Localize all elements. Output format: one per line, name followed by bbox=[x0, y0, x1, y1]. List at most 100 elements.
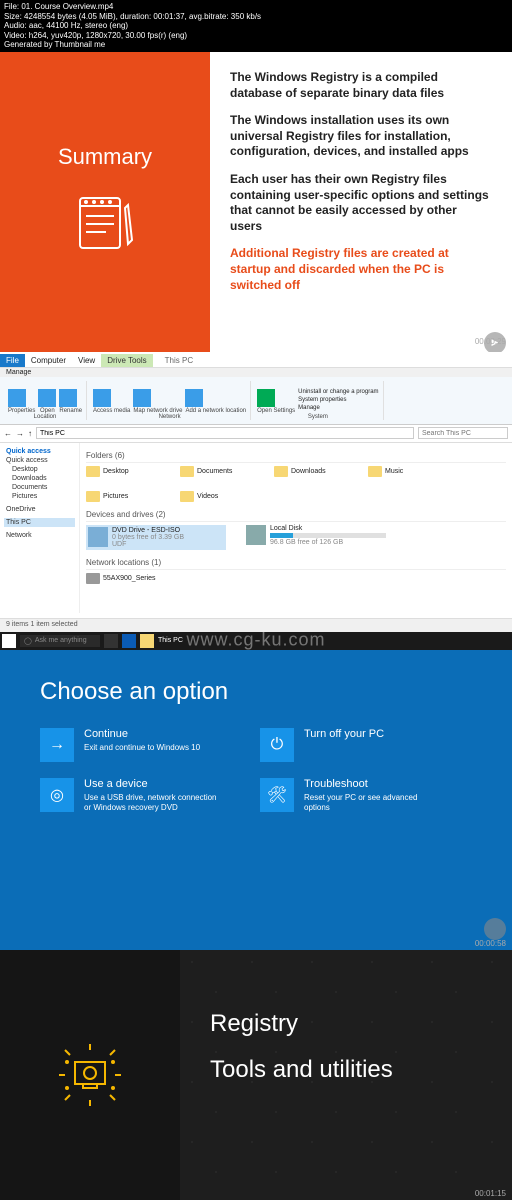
ribbon-properties[interactable]: Properties bbox=[8, 408, 35, 414]
drive-item[interactable]: DVD Drive - ESD-ISO 0 bytes free of 3.39… bbox=[86, 525, 226, 550]
meta-line: File: 01. Course Overview.mp4 bbox=[4, 2, 508, 12]
nav-quick-access-label[interactable]: Quick access bbox=[4, 456, 75, 465]
ribbon-group-location: Location bbox=[34, 414, 57, 420]
open-icon[interactable] bbox=[38, 389, 56, 407]
drive-usage-bar bbox=[270, 533, 386, 538]
recovery-options-screen: www.cg-ku.com Choose an option → Continu… bbox=[0, 650, 512, 950]
arrow-right-icon: → bbox=[40, 728, 74, 762]
meta-line: Generated by Thumbnail me bbox=[4, 40, 508, 50]
nav-up-icon[interactable]: ↑ bbox=[28, 429, 32, 438]
tab-manage[interactable]: Manage bbox=[0, 368, 512, 377]
nav-documents[interactable]: Documents bbox=[4, 483, 75, 492]
slide-icon-panel bbox=[0, 950, 180, 1200]
ribbon-tabs: File Computer View Drive Tools This PC bbox=[0, 352, 512, 368]
window-title: This PC bbox=[159, 354, 199, 367]
summary-point-highlight: Additional Registry files are created at… bbox=[230, 246, 492, 293]
timestamp: 00:00:29 bbox=[475, 337, 506, 350]
folder-item[interactable]: Music bbox=[368, 466, 448, 477]
registry-slide: Registry Tools and utilities 00:01:15 bbox=[0, 950, 512, 1200]
drive-sub: 0 bytes free of 3.39 GB bbox=[112, 534, 224, 541]
nav-onedrive[interactable]: OneDrive bbox=[4, 505, 75, 514]
access-media-icon[interactable] bbox=[93, 389, 111, 407]
option-troubleshoot[interactable]: 🛠 TroubleshootReset your PC or see advan… bbox=[260, 778, 440, 812]
folders-header[interactable]: Folders (6) bbox=[86, 449, 506, 463]
folder-item[interactable]: Documents bbox=[180, 466, 260, 477]
summary-point: The Windows Registry is a compiled datab… bbox=[230, 70, 492, 101]
ribbon-access[interactable]: Access media bbox=[93, 408, 130, 414]
nav-this-pc[interactable]: This PC bbox=[4, 518, 75, 527]
tab-computer[interactable]: Computer bbox=[25, 354, 72, 367]
explorer-taskbar-icon[interactable] bbox=[140, 634, 154, 648]
ribbon-uninstall[interactable]: Uninstall or change a program bbox=[298, 389, 378, 397]
search-input[interactable] bbox=[418, 427, 508, 439]
task-view-icon[interactable] bbox=[104, 634, 118, 648]
content-pane: Folders (6) Desktop Documents Downloads … bbox=[80, 443, 512, 613]
meta-line: Video: h264, yuv420p, 1280x720, 30.00 fp… bbox=[4, 31, 508, 41]
tab-file[interactable]: File bbox=[0, 354, 25, 367]
folder-item[interactable]: Videos bbox=[180, 491, 260, 502]
nav-desktop[interactable]: Desktop bbox=[4, 465, 75, 474]
drive-name: DVD Drive - ESD-ISO bbox=[112, 527, 224, 534]
timestamp: 00:01:15 bbox=[475, 1189, 506, 1198]
document-icon bbox=[70, 190, 140, 260]
folder-item[interactable]: Downloads bbox=[274, 466, 354, 477]
folder-icon bbox=[180, 491, 194, 502]
folder-item[interactable]: Pictures bbox=[86, 491, 166, 502]
navigation-pane: Quick access Quick access Desktop Downlo… bbox=[0, 443, 80, 613]
ribbon-opensettings[interactable]: Open Settings bbox=[257, 408, 295, 414]
map-drive-icon[interactable] bbox=[133, 389, 151, 407]
option-turnoff[interactable]: ⏻ Turn off your PC bbox=[260, 728, 440, 762]
network-location-item[interactable]: 55AX900_Series bbox=[86, 573, 206, 584]
netloc-header[interactable]: Network locations (1) bbox=[86, 556, 506, 570]
ribbon-manage[interactable]: Manage bbox=[298, 405, 378, 413]
drives-header[interactable]: Devices and drives (2) bbox=[86, 508, 506, 522]
nav-back-icon[interactable]: ← bbox=[4, 429, 12, 438]
tools-icon: 🛠 bbox=[260, 778, 294, 812]
nav-forward-icon[interactable]: → bbox=[16, 429, 24, 438]
file-explorer-window: File Computer View Drive Tools This PC M… bbox=[0, 352, 512, 632]
nav-network[interactable]: Network bbox=[4, 531, 75, 540]
tab-view[interactable]: View bbox=[72, 354, 101, 367]
edge-icon[interactable] bbox=[122, 634, 136, 648]
breadcrumb-input[interactable] bbox=[36, 427, 414, 439]
ribbon-rename[interactable]: Rename bbox=[59, 408, 82, 414]
meta-line: Size: 4248554 bytes (4.05 MiB), duration… bbox=[4, 12, 508, 22]
drive-item[interactable]: Local Disk 96.8 GB free of 126 GB bbox=[246, 525, 386, 550]
folder-item[interactable]: Desktop bbox=[86, 466, 166, 477]
nav-downloads[interactable]: Downloads bbox=[4, 474, 75, 483]
registry-subtitle: Tools and utilities bbox=[210, 1056, 482, 1084]
summary-content: The Windows Registry is a compiled datab… bbox=[210, 52, 512, 352]
summary-point: The Windows installation uses its own un… bbox=[230, 113, 492, 160]
summary-slide: Summary The Windows Registry is a compil… bbox=[0, 52, 512, 352]
settings-icon[interactable] bbox=[257, 389, 275, 407]
taskbar-window-title[interactable]: This PC bbox=[158, 637, 183, 644]
drive-sub2: UDF bbox=[112, 541, 224, 548]
summary-sidebar: Summary bbox=[0, 52, 210, 352]
timestamp: 00:00:58 bbox=[475, 939, 506, 948]
drive-name: Local Disk bbox=[270, 525, 386, 532]
drive-sub: 96.8 GB free of 126 GB bbox=[270, 539, 386, 546]
start-button[interactable] bbox=[2, 634, 16, 648]
taskbar-search[interactable]: ◯ Ask me anything bbox=[20, 635, 100, 647]
properties-icon[interactable] bbox=[8, 389, 26, 407]
option-continue[interactable]: → ContinueExit and continue to Windows 1… bbox=[40, 728, 220, 762]
address-bar: ← → ↑ bbox=[0, 425, 512, 443]
ribbon: Properties Open Rename Location Access m… bbox=[0, 377, 512, 425]
nav-pictures[interactable]: Pictures bbox=[4, 492, 75, 501]
ribbon-sysprops[interactable]: System properties bbox=[298, 397, 378, 405]
folder-icon bbox=[180, 466, 194, 477]
option-use-device[interactable]: ◎ Use a deviceUse a USB drive, network c… bbox=[40, 778, 220, 812]
watermark: www.cg-ku.com bbox=[186, 629, 325, 650]
ribbon-group-network: Network bbox=[159, 414, 181, 420]
folder-icon bbox=[368, 466, 382, 477]
slide-text-panel: Registry Tools and utilities bbox=[180, 950, 512, 1200]
add-network-icon[interactable] bbox=[185, 389, 203, 407]
rename-icon[interactable] bbox=[59, 389, 77, 407]
video-metadata: File: 01. Course Overview.mp4 Size: 4248… bbox=[0, 0, 512, 52]
play-icon[interactable] bbox=[484, 918, 506, 940]
disc-icon: ◎ bbox=[40, 778, 74, 812]
summary-point: Each user has their own Registry files c… bbox=[230, 172, 492, 234]
nav-quick-access[interactable]: Quick access bbox=[4, 447, 75, 456]
tab-drive-tools[interactable]: Drive Tools bbox=[101, 354, 152, 367]
ribbon-addnet[interactable]: Add a network location bbox=[185, 408, 246, 414]
